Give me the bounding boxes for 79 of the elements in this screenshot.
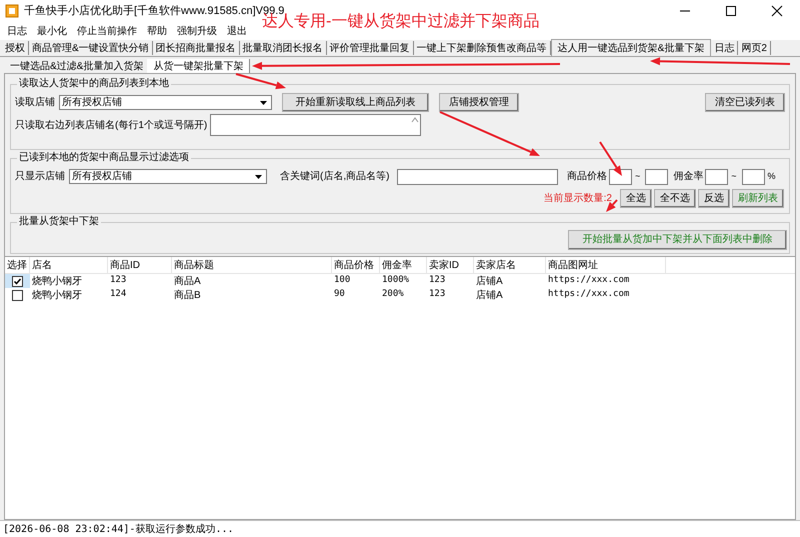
menu-item[interactable]: 日志 [2, 24, 32, 38]
scroll-up-icon[interactable] [410, 115, 420, 125]
tab[interactable]: 授权 [2, 41, 29, 55]
group-title: 已读到本地的货架中商品显示过滤选项 [17, 151, 191, 165]
field-label: 只读取右边列表店铺名(每行1个或逗号隔开) [15, 118, 208, 132]
field-label: 含关键词(店名,商品名等) [280, 170, 390, 184]
text-area[interactable] [210, 114, 421, 136]
menu-item[interactable]: 退出 [222, 24, 252, 38]
table-cell-text: 1000% [381, 274, 410, 288]
tab[interactable]: 达人用一键选品到货架&批量下架 [550, 39, 712, 56]
tab[interactable]: 批量取消团长报名 [240, 41, 327, 55]
button[interactable]: 开始重新读取线上商品列表 [282, 93, 429, 112]
tab[interactable]: 一键选品&过滤&批量加入货架 [6, 59, 148, 73]
menu-item[interactable]: 停止当前操作 [72, 24, 142, 38]
tab[interactable]: 评价管理批量回复 [326, 41, 414, 55]
table-cell-text: 100 [333, 274, 352, 288]
group-title: 读取达人货架中的商品列表到本地 [17, 77, 171, 91]
table-cell-text: 店铺A [475, 288, 504, 302]
table-cell-text: https://xxx.com [547, 274, 630, 288]
range-separator: ~ [731, 170, 737, 183]
table-cell-text: https://xxx.com [547, 288, 630, 302]
field-label: 读取店铺 [15, 96, 56, 110]
tab[interactable]: 网页2 [738, 41, 771, 55]
column-header[interactable]: 商品价格 [332, 257, 380, 273]
column-header[interactable]: 商品标题 [172, 257, 332, 273]
menu-item[interactable]: 最小化 [32, 24, 72, 38]
button[interactable]: 开始批量从货加中下架并从下面列表中删除 [568, 230, 787, 250]
checkbox[interactable] [12, 276, 23, 286]
button[interactable]: 清空已读列表 [705, 93, 785, 112]
input-field[interactable] [742, 168, 765, 184]
range-separator: ~ [635, 170, 640, 183]
table-cell-text: 商品A [173, 274, 202, 288]
table-cell-text: 烧鸭小钢牙 [31, 288, 83, 302]
status-text: [2026-06-08 23:02:44]-获取运行参数成功... [3, 522, 234, 536]
dropdown-value: 所有授权店铺 [61, 96, 123, 110]
annotation-arrow [236, 73, 286, 90]
dropdown[interactable]: 所有授权店铺 [59, 95, 272, 110]
column-header[interactable]: 商品ID [108, 257, 172, 273]
dropdown-value: 所有授权店铺 [71, 170, 133, 184]
percent-sign: % [768, 170, 776, 183]
menu-item[interactable]: 帮助 [142, 24, 172, 38]
table-cell-text: 123 [109, 274, 128, 288]
table-cell-text: 200% [381, 288, 405, 302]
table-cell-text: 124 [109, 288, 128, 302]
menu-item[interactable]: 强制升级 [172, 24, 222, 38]
table-cell-text: 123 [428, 288, 446, 302]
table-cell-text: 90 [333, 288, 346, 302]
button[interactable]: 刷新列表 [732, 189, 784, 208]
button[interactable]: 全选 [620, 189, 652, 208]
app-icon [5, 4, 19, 18]
annotation-arrow [606, 199, 618, 212]
checkbox[interactable] [12, 290, 23, 300]
column-header[interactable]: 卖家店名 [474, 257, 546, 273]
button[interactable]: 反选 [698, 189, 730, 208]
input-field[interactable] [705, 168, 728, 184]
column-header[interactable]: 佣金率 [380, 257, 427, 273]
dropdown[interactable]: 所有授权店铺 [69, 169, 267, 184]
table-cell-text: 烧鸭小钢牙 [31, 274, 83, 288]
column-header[interactable]: 选择 [5, 257, 30, 273]
input-field[interactable] [645, 168, 668, 184]
tab[interactable]: 从货一键架批量下架 [147, 59, 250, 73]
keyword-field[interactable] [397, 168, 558, 184]
table-cell-text: 商品B [173, 288, 202, 302]
column-header[interactable]: 卖家ID [427, 257, 474, 273]
button[interactable]: 店铺授权管理 [439, 93, 519, 112]
field-label: 佣金率 [673, 170, 704, 184]
tab[interactable]: 商品管理&一键设置快分销 [29, 41, 153, 55]
count-label: 当前显示数量:2 [544, 192, 612, 206]
tab[interactable]: 团长招商批量报名 [152, 41, 240, 55]
button[interactable]: 全不选 [654, 189, 696, 208]
column-header[interactable]: 商品图网址 [546, 257, 666, 273]
field-label: 商品价格 [567, 170, 607, 184]
column-header[interactable]: 店名 [30, 257, 108, 273]
input-field[interactable] [609, 168, 632, 184]
table-cell-text: 店铺A [475, 274, 504, 288]
field-label: 只显示店铺 [15, 170, 66, 184]
table-cell-text: 123 [428, 274, 446, 288]
tab[interactable]: 日志 [711, 41, 738, 55]
group-title: 批量从货架中下架 [17, 215, 101, 229]
